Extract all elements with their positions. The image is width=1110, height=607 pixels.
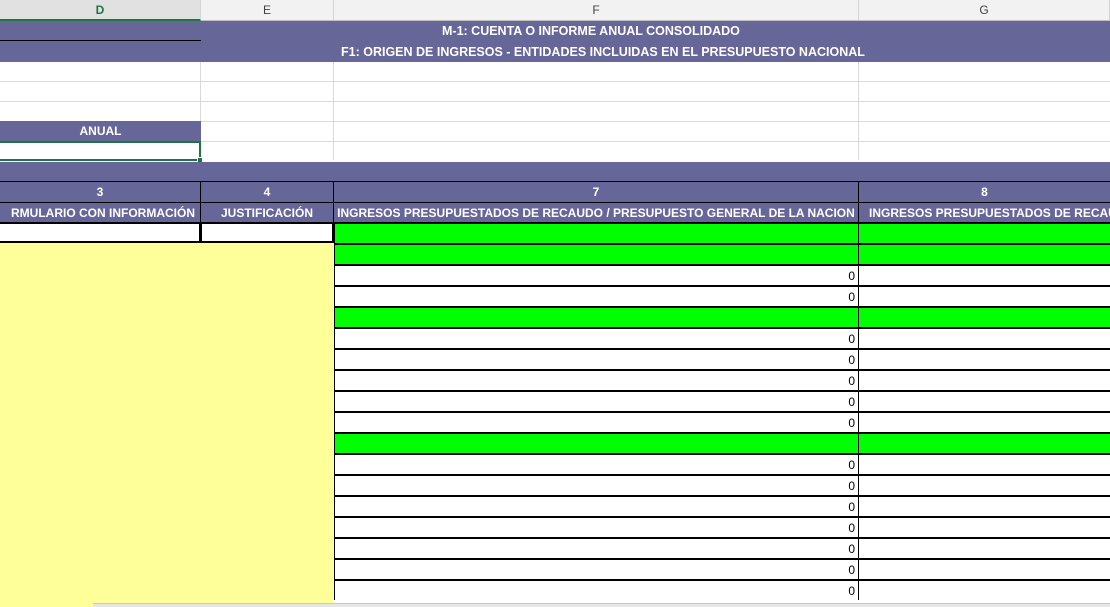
- value-cell-g[interactable]: [859, 537, 1110, 558]
- value-cell-g[interactable]: [859, 390, 1110, 411]
- section-band: [0, 162, 1110, 181]
- value-cell-f[interactable]: 0: [334, 516, 859, 537]
- value-cell-f[interactable]: 0: [334, 558, 859, 579]
- value-cell-f[interactable]: 0: [334, 369, 859, 390]
- column-number: 4: [263, 185, 271, 199]
- value-cell-g[interactable]: [859, 474, 1110, 495]
- section-row-g[interactable]: [859, 222, 1110, 243]
- value-cell-g[interactable]: [859, 285, 1110, 306]
- cell-value: 0: [848, 583, 855, 598]
- section-row-g[interactable]: [859, 432, 1110, 453]
- section-row-f[interactable]: [334, 222, 859, 243]
- value-cell-f[interactable]: 0: [334, 453, 859, 474]
- banner-left-cell: [0, 41, 201, 62]
- column-label: RMULARIO CON INFORMACIÓN: [11, 206, 195, 220]
- gridline: [0, 101, 1110, 102]
- period-label-cell: ANUAL: [0, 121, 201, 141]
- cell-value: 0: [848, 394, 855, 409]
- cell-value: 0: [848, 415, 855, 430]
- section-row-f[interactable]: [334, 243, 859, 264]
- report-subtitle: F1: ORIGEN DE INGRESOS - ENTIDADES INCLU…: [341, 44, 865, 59]
- value-cell-g[interactable]: [859, 516, 1110, 537]
- horizontal-scrollbar[interactable]: [93, 603, 1110, 607]
- column-number: 3: [96, 185, 104, 199]
- cell-d-first[interactable]: [0, 222, 201, 243]
- value-cell-f[interactable]: 0: [334, 348, 859, 369]
- value-cell-g[interactable]: [859, 327, 1110, 348]
- column-header-e[interactable]: E: [201, 0, 334, 21]
- value-cell-g[interactable]: [859, 369, 1110, 390]
- spreadsheet-grid[interactable]: D E F G M-1: CUENTA O INFORME ANUAL CONS…: [0, 0, 1110, 607]
- banner-title: M-1: CUENTA O INFORME ANUAL CONSOLIDADO: [201, 21, 1110, 41]
- banner-left-cell: [0, 21, 201, 41]
- value-cell-g[interactable]: [859, 411, 1110, 432]
- column-letter: F: [592, 3, 600, 17]
- cell-value: 0: [848, 478, 855, 493]
- column-number: 8: [981, 185, 988, 199]
- section-row-g[interactable]: [859, 243, 1110, 264]
- col-label-cell: JUSTIFICACIÓN: [201, 202, 334, 223]
- note-block: [0, 243, 333, 607]
- gridline: [0, 81, 1110, 82]
- value-cell-f[interactable]: 0: [334, 264, 859, 285]
- cell-value: 0: [848, 373, 855, 388]
- column-label: INGRESOS PRESUPUESTADOS DE RECAU: [869, 206, 1110, 220]
- value-cell-f[interactable]: 0: [334, 327, 859, 348]
- gridline: [201, 141, 1110, 142]
- cell-value: 0: [848, 499, 855, 514]
- column-letter: E: [262, 3, 271, 17]
- value-cell-g[interactable]: [859, 579, 1110, 600]
- gridline: [858, 62, 859, 160]
- cell-value: 0: [848, 289, 855, 304]
- cell-value: 0: [848, 352, 855, 367]
- value-cell-f[interactable]: 0: [334, 579, 859, 600]
- cell-value: 0: [848, 520, 855, 535]
- column-header-f[interactable]: F: [334, 0, 859, 21]
- value-cell-g[interactable]: [859, 348, 1110, 369]
- value-cell-g[interactable]: [859, 495, 1110, 516]
- section-row-f[interactable]: [334, 432, 859, 453]
- column-number: 7: [592, 185, 600, 199]
- col-number-cell: 7: [334, 181, 859, 202]
- value-cell-f[interactable]: 0: [334, 285, 859, 306]
- value-cell-f[interactable]: 0: [334, 390, 859, 411]
- column-letter: G: [979, 3, 989, 17]
- cell-e-first[interactable]: [200, 222, 334, 243]
- gridline: [333, 62, 334, 160]
- report-title: M-1: CUENTA O INFORME ANUAL CONSOLIDADO: [442, 24, 740, 38]
- col-number-cell: 8: [859, 181, 1110, 202]
- value-cell-f[interactable]: 0: [334, 537, 859, 558]
- period-label: ANUAL: [79, 124, 122, 138]
- column-label: INGRESOS PRESUPUESTADOS DE RECAUDO / PRE…: [337, 206, 855, 220]
- gridline: [201, 121, 1110, 122]
- col-number-cell: 3: [0, 181, 201, 202]
- active-cell[interactable]: [0, 141, 201, 161]
- section-row-f[interactable]: [334, 306, 859, 327]
- column-header-d[interactable]: D: [0, 0, 201, 21]
- value-cell-g[interactable]: [859, 264, 1110, 285]
- col-number-cell: 4: [201, 181, 334, 202]
- col-label-cell: INGRESOS PRESUPUESTADOS DE RECAU: [859, 202, 1110, 223]
- cell-value: 0: [848, 541, 855, 556]
- col-label-cell: RMULARIO CON INFORMACIÓN: [0, 202, 201, 223]
- value-cell-f[interactable]: 0: [334, 474, 859, 495]
- value-cell-g[interactable]: [859, 558, 1110, 579]
- value-cell-f[interactable]: 0: [334, 411, 859, 432]
- cell-value: 0: [848, 562, 855, 577]
- column-header-g[interactable]: G: [859, 0, 1110, 21]
- banner-subtitle-row: F1: ORIGEN DE INGRESOS - ENTIDADES INCLU…: [201, 41, 1110, 62]
- column-letter: D: [95, 2, 105, 17]
- cell-value: 0: [848, 331, 855, 346]
- cell-value: 0: [848, 268, 855, 283]
- value-cell-f[interactable]: 0: [334, 495, 859, 516]
- cell-value: 0: [848, 457, 855, 472]
- column-label: JUSTIFICACIÓN: [220, 206, 313, 220]
- value-cell-g[interactable]: [859, 453, 1110, 474]
- col-label-cell: INGRESOS PRESUPUESTADOS DE RECAUDO / PRE…: [334, 202, 859, 223]
- section-row-g[interactable]: [859, 306, 1110, 327]
